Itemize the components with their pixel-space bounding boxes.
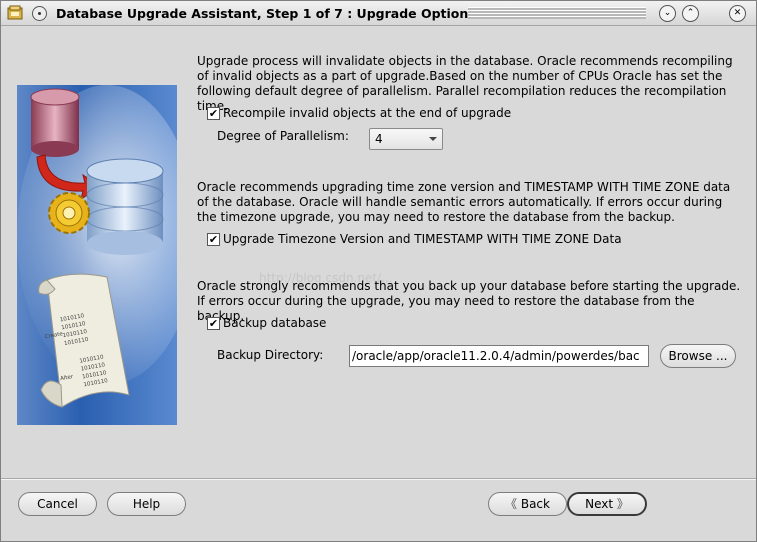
back-button-label: Back: [520, 497, 550, 511]
chevron-left-icon: 《: [505, 497, 518, 511]
gear-icon: [48, 192, 90, 234]
title-bar-decoration: [468, 7, 646, 19]
close-button[interactable]: ✕: [729, 5, 746, 22]
back-button[interactable]: 《 Back: [488, 492, 567, 516]
window-menu-button[interactable]: [32, 6, 47, 21]
help-button[interactable]: Help: [107, 492, 186, 516]
app-icon: [7, 5, 23, 20]
backup-directory-input[interactable]: /oracle/app/oracle11.2.0.4/admin/powerde…: [349, 345, 649, 367]
next-button-label: Next: [585, 497, 614, 511]
backup-checkbox-row[interactable]: ✔ Backup database: [207, 315, 326, 331]
cancel-button[interactable]: Cancel: [18, 492, 97, 516]
recompile-checkbox-row[interactable]: ✔ Recompile invalid objects at the end o…: [207, 105, 511, 121]
backup-checkbox[interactable]: ✔: [207, 316, 220, 330]
timezone-checkbox-label: Upgrade Timezone Version and TIMESTAMP W…: [223, 232, 622, 246]
timezone-description: Oracle recommends upgrading time zone ve…: [197, 180, 731, 224]
footer-divider: [1, 478, 756, 480]
maximize-button[interactable]: ⌃: [682, 5, 699, 22]
backup-directory-label: Backup Directory:: [217, 348, 324, 362]
parallelism-label: Degree of Parallelism:: [217, 129, 349, 143]
parallelism-select[interactable]: 4: [369, 128, 443, 150]
timezone-checkbox[interactable]: ✔: [207, 232, 220, 246]
dbua-window: Database Upgrade Assistant, Step 1 of 7 …: [0, 0, 757, 542]
parallelism-value: 4: [375, 132, 383, 146]
recompile-checkbox-label: Recompile invalid objects at the end of …: [223, 106, 512, 120]
window-title: Database Upgrade Assistant, Step 1 of 7 …: [56, 6, 476, 21]
wizard-illustration: Create 1010110 1010110 1010110 1010110 A…: [17, 85, 177, 425]
timezone-checkbox-row[interactable]: ✔ Upgrade Timezone Version and TIMESTAMP…: [207, 231, 622, 247]
recompile-checkbox[interactable]: ✔: [207, 106, 220, 120]
browse-button[interactable]: Browse ...: [660, 344, 736, 368]
chevron-down-icon: [429, 137, 437, 141]
chevron-right-icon: 》: [616, 497, 629, 511]
next-button[interactable]: Next 》: [567, 492, 647, 516]
title-bar[interactable]: Database Upgrade Assistant, Step 1 of 7 …: [1, 1, 756, 26]
minimize-button[interactable]: ⌄: [659, 5, 676, 22]
backup-checkbox-label: Backup database: [223, 316, 327, 330]
